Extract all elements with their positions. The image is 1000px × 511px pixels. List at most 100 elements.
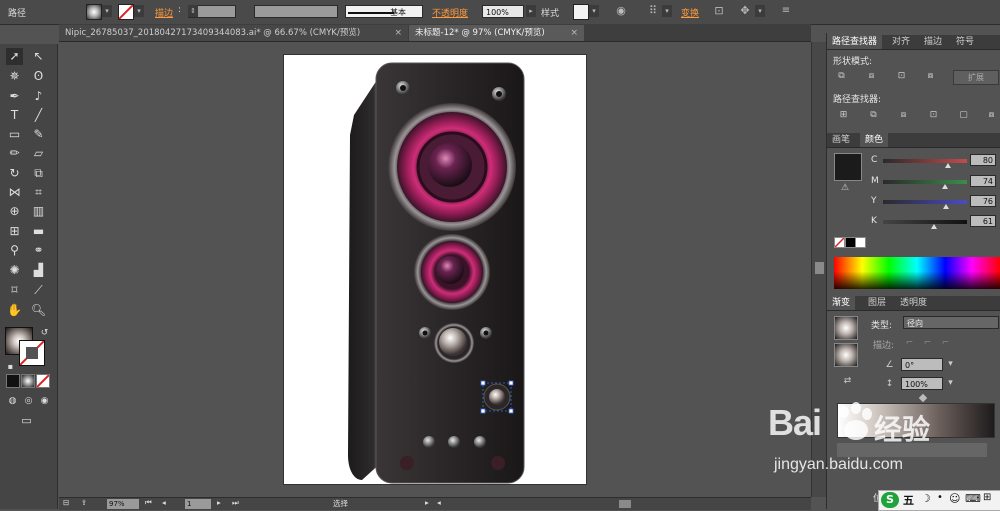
ime-mode[interactable]: 五	[903, 492, 914, 508]
tab-nipic-document[interactable]: Nipic_26785037_20180427173409344083.ai* …	[59, 25, 408, 41]
last-page-icon[interactable]: ⏭	[232, 498, 239, 508]
yellow-slider-thumb[interactable]	[943, 204, 949, 209]
gradient-angle-field[interactable]: 0°	[901, 358, 943, 371]
brush-style-dropdown[interactable]: 基本	[345, 5, 423, 18]
stroke-swatch[interactable]	[118, 4, 134, 20]
style-dropdown-icon[interactable]: ▾	[589, 5, 599, 17]
opacity-label[interactable]: 不透明度	[432, 6, 468, 19]
direct-selection-tool-icon[interactable]: ↖	[30, 48, 47, 65]
artboard-nav-icon[interactable]: ⊟	[63, 498, 69, 507]
tab-symbols[interactable]: 符号	[951, 35, 979, 49]
scrollbar-thumb[interactable]	[815, 262, 824, 274]
stroke-dropdown-icon[interactable]: ▾	[134, 5, 144, 17]
ime-toolbar[interactable]: S 五 ☽ • ☺ ⌨ ⊞	[878, 490, 1000, 511]
tab-color[interactable]: 颜色	[860, 133, 889, 147]
color-mode-icon[interactable]	[6, 374, 20, 388]
draw-normal-icon[interactable]: ◍	[4, 393, 21, 410]
tab-transparency[interactable]: 透明度	[895, 296, 932, 310]
punctuation-icon[interactable]: •	[937, 492, 943, 503]
divide-icon[interactable]: ⊞	[837, 109, 850, 121]
yellow-slider-track[interactable]	[883, 200, 967, 204]
mesh-tool-icon[interactable]: ⊞	[6, 223, 23, 240]
lasso-tool-icon[interactable]: ʘ	[30, 68, 47, 85]
artboard-tool-icon[interactable]: ⌑	[6, 282, 23, 299]
hscroll-thumb[interactable]	[619, 500, 631, 508]
tab-untitled-12[interactable]: 未标题-12* @ 97% (CMYK/预览) ×	[409, 25, 584, 41]
stroke-within-icon[interactable]: ⌐	[903, 337, 916, 349]
expand-button[interactable]: 扩展	[953, 70, 999, 85]
first-page-icon[interactable]: ⏮	[145, 498, 152, 508]
color-fill-swatch[interactable]	[834, 153, 862, 181]
cyan-slider-track[interactable]	[883, 159, 967, 163]
reverse-gradient-icon[interactable]: ⇄	[841, 375, 854, 387]
transform-label[interactable]: 变换	[681, 6, 699, 19]
minus-front-icon[interactable]: ⧈	[865, 70, 878, 82]
close-icon[interactable]: ×	[570, 25, 578, 41]
default-colors-icon[interactable]: ▪	[2, 358, 19, 375]
gradient-type-dropdown[interactable]: 径向	[903, 316, 999, 329]
align-grid-icon[interactable]: ⠿	[646, 5, 660, 17]
fill-swatch[interactable]	[86, 4, 102, 20]
stroke-across-icon[interactable]: ⌐	[939, 337, 952, 349]
minus-back-icon[interactable]: ⧇	[985, 109, 998, 121]
hand-tool-icon[interactable]: ✋	[6, 302, 23, 319]
tab-pathfinder[interactable]: 路径查找器	[827, 35, 883, 49]
selection-tool-icon[interactable]: ➚	[6, 48, 23, 65]
rectangle-tool-icon[interactable]: ▭	[6, 126, 23, 143]
draw-inside-icon[interactable]: ◉	[36, 393, 53, 410]
draw-behind-icon[interactable]: ◎	[20, 393, 37, 410]
zoom-tool-icon[interactable]: 🔍︎	[30, 302, 47, 319]
magic-wand-tool-icon[interactable]: ✵	[6, 68, 23, 85]
type-tool-icon[interactable]: T	[6, 107, 23, 124]
pen-tool-icon[interactable]: ✒	[6, 88, 23, 105]
stroke-color-swatch[interactable]	[19, 340, 45, 366]
curvature-tool-icon[interactable]: ♪	[30, 88, 47, 105]
keyboard-icon[interactable]: ⌨	[965, 492, 981, 505]
line-tool-icon[interactable]: ╱	[30, 107, 47, 124]
sogou-logo-icon[interactable]: S	[881, 492, 899, 508]
magenta-slider-thumb[interactable]	[942, 184, 948, 189]
free-transform-tool-icon[interactable]: ⌗	[30, 184, 47, 201]
moon-icon[interactable]: ☽	[921, 492, 931, 505]
tab-align[interactable]: 对齐	[887, 35, 915, 49]
unite-icon[interactable]: ⧉	[835, 70, 848, 82]
tab-layers[interactable]: 图层	[863, 296, 891, 310]
fill-dropdown-icon[interactable]: ▾	[102, 5, 112, 17]
trim-icon[interactable]: ⧉	[867, 109, 880, 121]
outline-icon[interactable]: ▢	[957, 109, 970, 121]
gradient-preview-swatch[interactable]	[834, 316, 858, 340]
magenta-slider-track[interactable]	[883, 180, 967, 184]
stroke-along-icon[interactable]: ⌐	[921, 337, 934, 349]
symbol-sprayer-tool-icon[interactable]: ✺	[6, 262, 23, 279]
artboard[interactable]	[283, 54, 587, 485]
gradient-aspect-field[interactable]: 100%	[901, 377, 943, 390]
grid-icon[interactable]: ⊞	[983, 492, 991, 503]
rotate-tool-icon[interactable]: ↻	[6, 165, 23, 182]
slice-tool-icon[interactable]: ⟋	[30, 282, 47, 299]
smiley-icon[interactable]: ☺	[949, 492, 960, 505]
none-swatch[interactable]	[834, 237, 845, 248]
blend-tool-icon[interactable]: ⚭	[30, 242, 47, 259]
zoom-field[interactable]: 97%	[107, 499, 139, 509]
transform-dropdown-icon[interactable]: ▾	[755, 5, 765, 17]
share-icon[interactable]: ⇪	[81, 498, 87, 507]
intersect-icon[interactable]: ⊡	[895, 70, 908, 82]
gradient-stroke-swatch[interactable]	[834, 343, 858, 367]
close-icon[interactable]: ×	[394, 25, 402, 41]
tab-gradient[interactable]: 渐变	[827, 296, 856, 310]
page-field[interactable]: 1	[185, 499, 211, 509]
none-mode-icon[interactable]	[36, 374, 50, 388]
out-of-gamut-icon[interactable]: ⚠	[841, 183, 849, 193]
variable-width-dropdown[interactable]	[254, 5, 338, 18]
cyan-slider-thumb[interactable]	[945, 163, 951, 168]
cyan-value[interactable]: 80	[970, 154, 996, 166]
style-swatch[interactable]	[573, 4, 589, 20]
prev-page-icon[interactable]: ◂	[162, 498, 166, 507]
white-swatch[interactable]	[855, 237, 866, 248]
gradient-tool-icon[interactable]: ▬	[30, 223, 47, 240]
swap-fill-stroke-icon[interactable]: ↺	[36, 325, 53, 342]
crop-icon[interactable]: ⊡	[927, 109, 940, 121]
align-dropdown-icon[interactable]: ▾	[662, 5, 672, 17]
status-menu-icon[interactable]: ▸	[425, 498, 429, 507]
stroke-weight-stepper-icon[interactable]: ⇕	[188, 5, 198, 17]
